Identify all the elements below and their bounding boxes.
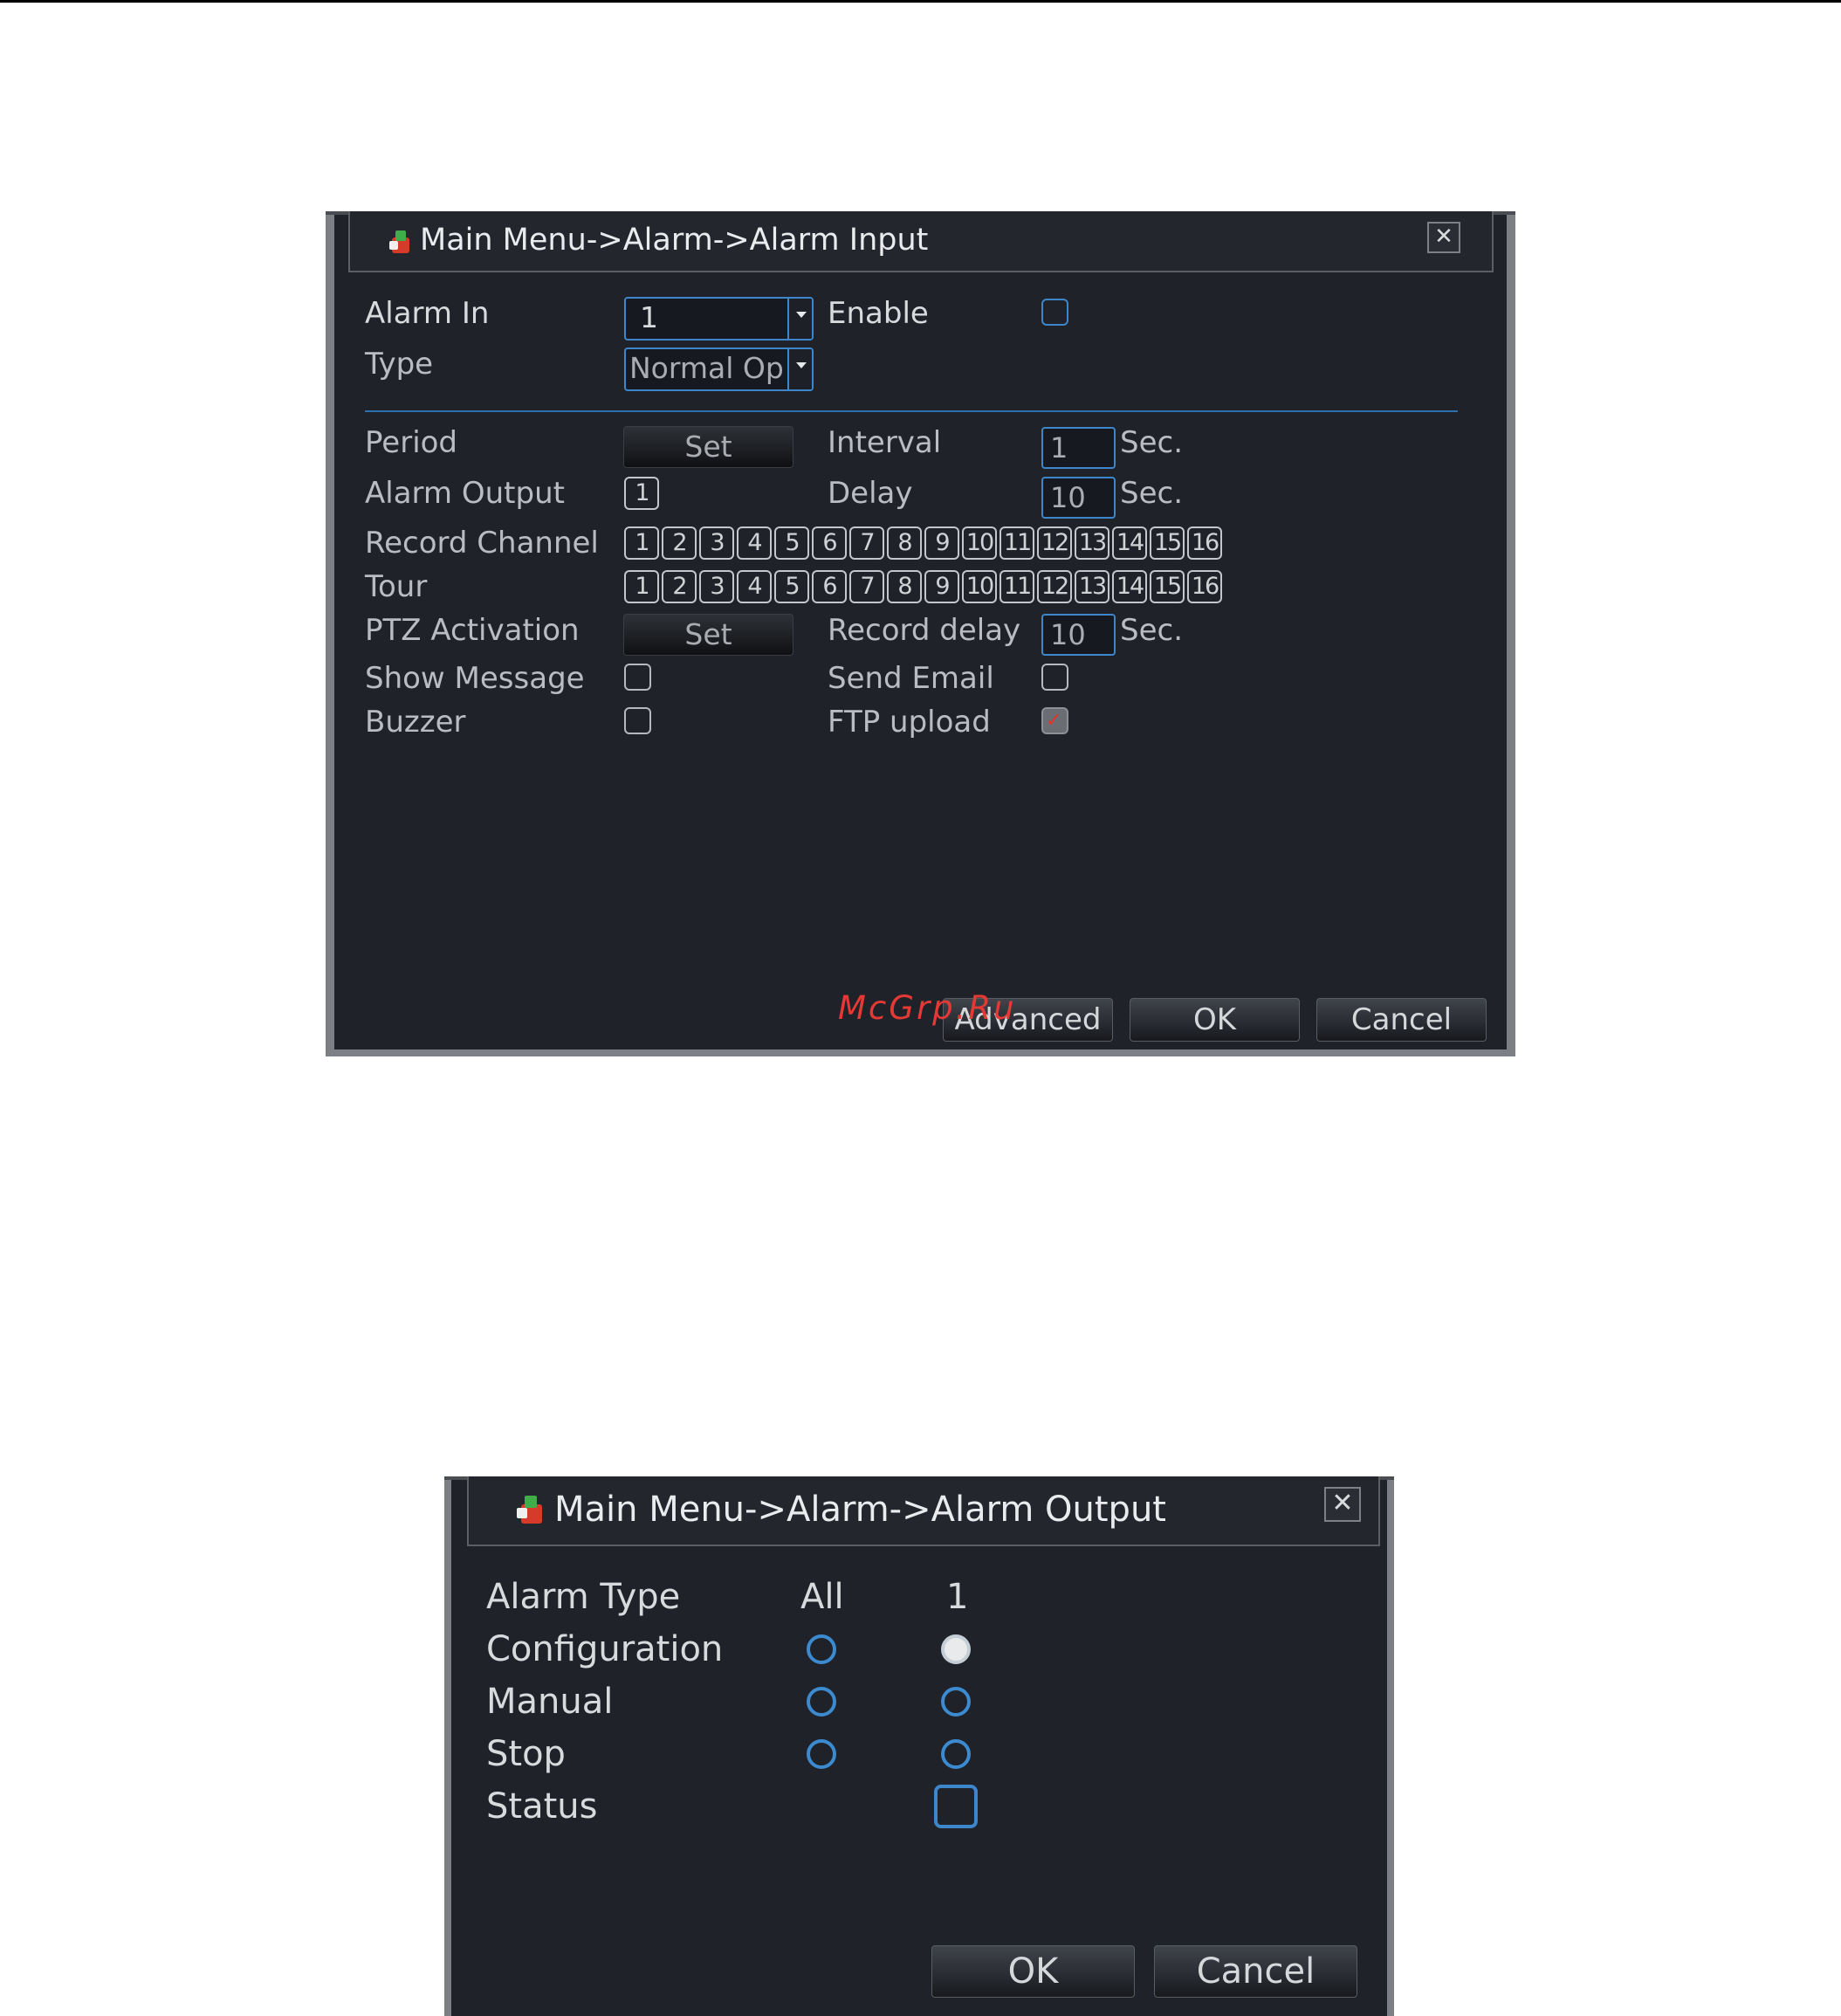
channel-toggle-13[interactable]: 13 bbox=[1075, 526, 1109, 560]
row-label-manual: Manual bbox=[486, 1682, 614, 1722]
channel-toggle-12[interactable]: 12 bbox=[1037, 570, 1072, 603]
record-channel-toggles: 1 2 3 4 5 6 7 8 9 10 11 12 13 14 15 16 bbox=[624, 526, 1235, 561]
channel-toggle-16[interactable]: 16 bbox=[1187, 570, 1222, 603]
channel-toggle-10[interactable]: 10 bbox=[962, 570, 997, 603]
type-select[interactable]: Normal Op bbox=[624, 347, 814, 391]
status-label: Status bbox=[486, 1786, 598, 1827]
channel-toggle-8[interactable]: 8 bbox=[887, 570, 922, 603]
channel-toggle-1[interactable]: 1 bbox=[624, 526, 659, 560]
interval-label: Interval bbox=[828, 425, 942, 460]
send-email-label: Send Email bbox=[828, 661, 994, 696]
cancel-button[interactable]: Cancel bbox=[1316, 998, 1487, 1042]
ok-button[interactable]: OK bbox=[1130, 998, 1300, 1042]
dialog-title: Main Menu->Alarm->Alarm Input bbox=[420, 223, 929, 258]
channel-toggle-13[interactable]: 13 bbox=[1075, 570, 1109, 603]
buzzer-checkbox[interactable] bbox=[624, 707, 651, 734]
ftp-upload-label: FTP upload bbox=[828, 705, 991, 740]
channel-toggle-7[interactable]: 7 bbox=[849, 570, 884, 603]
alarm-menu-icon bbox=[389, 230, 409, 253]
channel-toggle-3[interactable]: 3 bbox=[699, 570, 734, 603]
channel-toggle-15[interactable]: 15 bbox=[1150, 526, 1185, 560]
channel-toggle-14[interactable]: 14 bbox=[1112, 570, 1147, 603]
type-value: Normal Op bbox=[629, 351, 784, 385]
ptz-set-button[interactable]: Set bbox=[623, 614, 793, 656]
channel-toggle-5[interactable]: 5 bbox=[774, 526, 809, 560]
channel-toggle-6[interactable]: 6 bbox=[812, 526, 847, 560]
row-label-configuration: Configuration bbox=[486, 1629, 724, 1669]
tour-label: Tour bbox=[365, 569, 428, 604]
alarm-output-toggle[interactable]: 1 bbox=[624, 477, 659, 510]
show-message-checkbox[interactable] bbox=[624, 664, 651, 691]
radio-1-manual[interactable] bbox=[941, 1687, 971, 1717]
channel-toggle-2[interactable]: 2 bbox=[662, 526, 697, 560]
channel-toggle-5[interactable]: 5 bbox=[774, 570, 809, 603]
send-email-checkbox[interactable] bbox=[1041, 664, 1068, 691]
record-delay-label: Record delay bbox=[828, 613, 1021, 648]
channel-toggle-2[interactable]: 2 bbox=[662, 570, 697, 603]
radio-all-stop[interactable] bbox=[807, 1739, 836, 1769]
row-label-stop: Stop bbox=[486, 1734, 566, 1774]
alarm-in-value: 1 bbox=[640, 300, 658, 334]
frame-right bbox=[1507, 211, 1515, 1056]
channel-toggle-6[interactable]: 6 bbox=[812, 570, 847, 603]
ok-button[interactable]: OK bbox=[931, 1945, 1135, 1998]
close-button[interactable]: ✕ bbox=[1427, 222, 1460, 253]
radio-all-configuration[interactable] bbox=[807, 1634, 836, 1664]
enable-label: Enable bbox=[828, 296, 929, 331]
watermark: McGrp.Ru bbox=[838, 989, 1017, 1027]
interval-input[interactable]: 1 bbox=[1041, 427, 1116, 469]
alarm-output-dialog: Main Menu->Alarm->Alarm Output ✕ Alarm T… bbox=[444, 1476, 1394, 2016]
delay-label: Delay bbox=[828, 476, 913, 511]
tour-toggles: 1 2 3 4 5 6 7 8 9 10 11 12 13 14 15 16 bbox=[624, 570, 1235, 605]
alarm-output-label: Alarm Output bbox=[365, 476, 565, 511]
period-label: Period bbox=[365, 425, 458, 460]
channel-toggle-7[interactable]: 7 bbox=[849, 526, 884, 560]
alarm-in-select[interactable]: 1 bbox=[624, 297, 814, 341]
channel-toggle-4[interactable]: 4 bbox=[737, 526, 772, 560]
record-delay-unit: Sec. bbox=[1120, 613, 1184, 648]
cancel-button[interactable]: Cancel bbox=[1154, 1945, 1357, 1998]
status-checkbox[interactable] bbox=[934, 1785, 978, 1828]
channel-toggle-10[interactable]: 10 bbox=[962, 526, 997, 560]
buzzer-label: Buzzer bbox=[365, 705, 466, 740]
chevron-down-icon bbox=[787, 299, 812, 339]
frame-left bbox=[326, 211, 334, 1056]
section-divider bbox=[365, 410, 1458, 412]
page-top-rule bbox=[0, 0, 1841, 3]
period-set-button[interactable]: Set bbox=[623, 426, 793, 468]
enable-checkbox[interactable] bbox=[1041, 299, 1068, 326]
delay-unit: Sec. bbox=[1120, 476, 1184, 511]
channel-toggle-4[interactable]: 4 bbox=[737, 570, 772, 603]
checkmark-icon: ✓ bbox=[1046, 710, 1062, 732]
channel-toggle-11[interactable]: 11 bbox=[999, 570, 1034, 603]
radio-1-configuration[interactable] bbox=[941, 1634, 971, 1664]
type-label: Type bbox=[365, 347, 434, 382]
ptz-activation-label: PTZ Activation bbox=[365, 613, 580, 648]
channel-toggle-16[interactable]: 16 bbox=[1187, 526, 1222, 560]
channel-toggle-1[interactable]: 1 bbox=[624, 570, 659, 603]
channel-toggle-8[interactable]: 8 bbox=[887, 526, 922, 560]
frame-bottom bbox=[326, 1049, 1515, 1056]
close-icon: ✕ bbox=[1434, 224, 1453, 250]
channel-toggle-3[interactable]: 3 bbox=[699, 526, 734, 560]
alarm-input-dialog: Main Menu->Alarm->Alarm Input ✕ Alarm In… bbox=[326, 211, 1515, 1056]
channel-toggle-12[interactable]: 12 bbox=[1037, 526, 1072, 560]
title-bar: Main Menu->Alarm->Alarm Input ✕ bbox=[348, 211, 1494, 272]
interval-unit: Sec. bbox=[1120, 425, 1184, 460]
show-message-label: Show Message bbox=[365, 661, 585, 696]
chevron-down-icon bbox=[787, 349, 812, 389]
record-channel-label: Record Channel bbox=[365, 526, 599, 561]
channel-toggle-9[interactable]: 9 bbox=[924, 570, 959, 603]
radio-all-manual[interactable] bbox=[807, 1687, 836, 1717]
alarm-in-label: Alarm In bbox=[365, 296, 490, 331]
ftp-upload-checkbox[interactable]: ✓ bbox=[1041, 707, 1068, 734]
radio-1-stop[interactable] bbox=[941, 1739, 971, 1769]
delay-input[interactable]: 10 bbox=[1041, 477, 1116, 519]
record-delay-input[interactable]: 10 bbox=[1041, 614, 1116, 656]
channel-toggle-15[interactable]: 15 bbox=[1150, 570, 1185, 603]
channel-toggle-14[interactable]: 14 bbox=[1112, 526, 1147, 560]
channel-toggle-11[interactable]: 11 bbox=[999, 526, 1034, 560]
channel-toggle-9[interactable]: 9 bbox=[924, 526, 959, 560]
